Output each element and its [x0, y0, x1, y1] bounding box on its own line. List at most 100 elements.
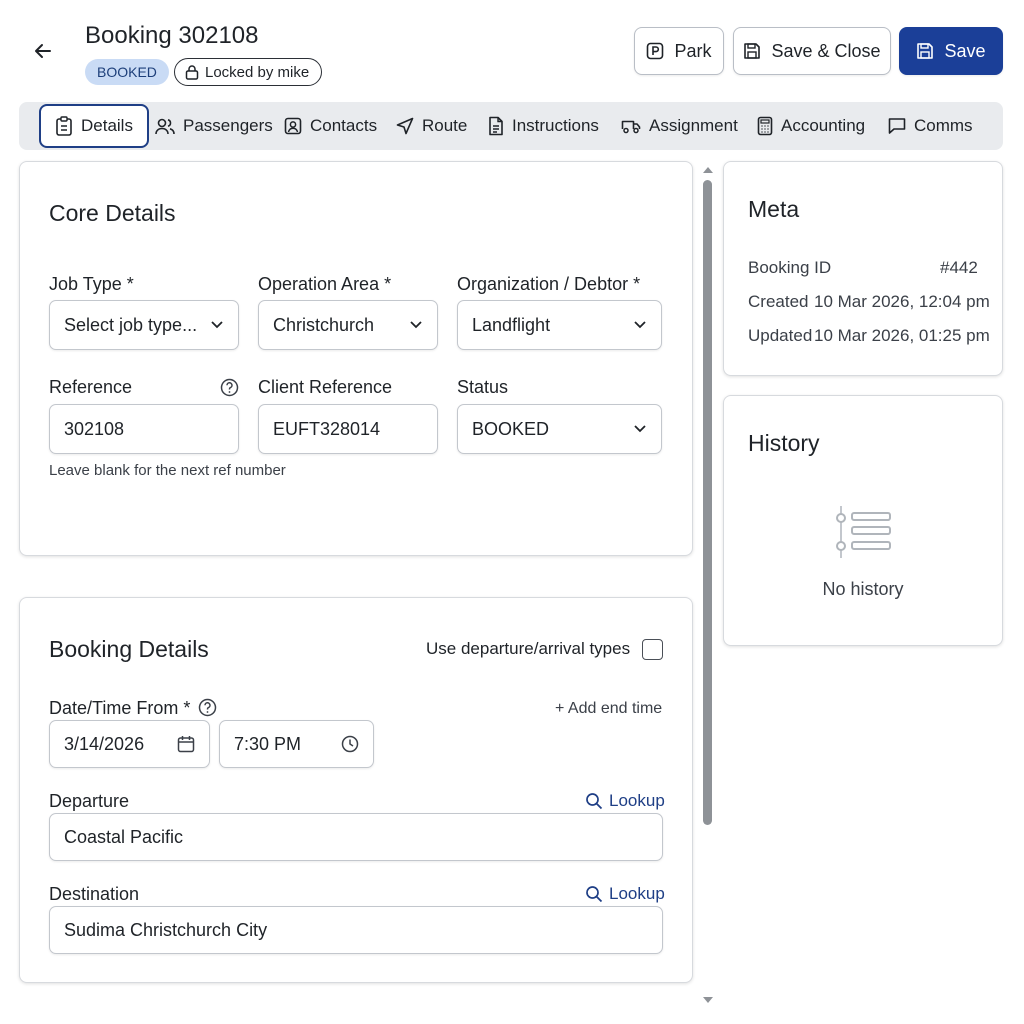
date-input[interactable]: 3/14/2026 [49, 720, 210, 768]
departure-lookup-link[interactable]: Lookup [585, 791, 665, 811]
save-close-button-label: Save & Close [771, 40, 881, 61]
chevron-down-icon [410, 321, 422, 329]
calendar-icon [177, 736, 195, 753]
timeline-icon [834, 504, 892, 565]
tab-label: Contacts [310, 116, 378, 135]
client-reference-input[interactable]: EUFT328014 [258, 404, 438, 454]
dep-arr-types-checkbox[interactable] [642, 639, 663, 660]
tab-contacts[interactable]: Contacts [284, 104, 377, 148]
tab-comms[interactable]: Comms [888, 104, 973, 148]
back-button[interactable] [28, 36, 58, 66]
booking-id-value: #442 [940, 258, 978, 277]
arrow-left-icon [35, 44, 51, 58]
page-title: Booking 302108 [85, 22, 259, 49]
scrollbar-thumb[interactable] [703, 180, 712, 825]
lock-badge: Locked by mike [174, 58, 323, 86]
tab-instructions[interactable]: Instructions [488, 104, 599, 148]
time-value: 7:30 PM [234, 733, 302, 754]
destination-label: Destination [49, 884, 140, 904]
search-icon [586, 793, 603, 810]
reference-label: Reference [49, 377, 133, 397]
organization-label: Organization / Debtor * [457, 274, 641, 294]
operation-area-select[interactable]: Christchurch [258, 300, 438, 350]
reference-input[interactable]: 302108 [49, 404, 239, 454]
search-icon [586, 886, 603, 903]
status-badge: BOOKED [85, 59, 169, 85]
users-icon [155, 118, 175, 135]
tab-label: Assignment [649, 116, 738, 135]
client-reference-value: EUFT328014 [273, 418, 381, 439]
save-button[interactable]: Save [899, 27, 1003, 75]
tab-label: Passengers [183, 116, 273, 135]
tab-accounting[interactable]: Accounting [757, 104, 865, 148]
status-value: BOOKED [472, 418, 550, 439]
job-type-label: Job Type * [49, 274, 134, 294]
tab-passengers[interactable]: Passengers [155, 104, 273, 148]
chevron-down-icon [634, 425, 646, 433]
save-icon [917, 43, 934, 59]
status-label: Status [457, 377, 509, 397]
tab-label: Comms [914, 116, 973, 135]
park-button[interactable]: Park [634, 27, 724, 75]
datetime-from-label: Date/Time From * [49, 698, 191, 718]
calculator-icon [757, 116, 773, 136]
lock-badge-label: Locked by mike [205, 63, 310, 81]
departure-input[interactable]: Coastal Pacific [49, 813, 663, 861]
reference-helper-text: Leave blank for the next ref number [49, 462, 286, 479]
reference-value: 302108 [64, 418, 125, 439]
no-history-text: No history [822, 579, 904, 599]
departure-label: Departure [49, 791, 130, 811]
contact-card-icon [284, 117, 302, 135]
updated-label: Updated [748, 326, 813, 345]
created-value: 10 Mar 2026, 12:04 pm [814, 292, 990, 311]
destination-input[interactable]: Sudima Christchurch City [49, 906, 663, 954]
job-type-select[interactable]: Select job type... [49, 300, 239, 350]
operation-area-value: Christchurch [273, 314, 375, 335]
tab-label: Instructions [512, 116, 599, 135]
operation-area-label: Operation Area * [258, 274, 392, 294]
destination-lookup-link[interactable]: Lookup [585, 884, 665, 904]
save-icon [744, 43, 761, 59]
help-icon[interactable] [220, 378, 239, 402]
created-label: Created [748, 292, 809, 311]
lookup-label: Lookup [609, 884, 665, 903]
destination-value: Sudima Christchurch City [64, 919, 268, 940]
scroll-up-arrow-icon[interactable] [702, 165, 714, 175]
departure-value: Coastal Pacific [64, 826, 184, 847]
status-select[interactable]: BOOKED [457, 404, 662, 454]
client-reference-label: Client Reference [258, 377, 393, 397]
booking-id-label: Booking ID [748, 258, 832, 277]
tab-assignment[interactable]: Assignment [621, 104, 738, 148]
clock-icon [341, 735, 359, 753]
tab-label: Accounting [781, 116, 866, 135]
add-end-time-link[interactable]: + Add end time [555, 700, 662, 718]
dep-arr-types-label: Use departure/arrival types [426, 639, 631, 658]
park-button-label: Park [674, 40, 712, 61]
help-icon[interactable] [198, 698, 217, 722]
chevron-down-icon [634, 321, 646, 329]
job-type-value: Select job type... [64, 314, 198, 335]
updated-value: 10 Mar 2026, 01:25 pm [814, 326, 990, 345]
lookup-label: Lookup [609, 791, 665, 810]
tab-route[interactable]: Route [396, 104, 467, 148]
document-icon [489, 116, 503, 136]
core-details-title: Core Details [49, 200, 176, 226]
lock-icon [185, 65, 199, 80]
history-title: History [748, 430, 820, 456]
tab-details[interactable]: Details [39, 104, 149, 148]
organization-select[interactable]: Landflight [457, 300, 662, 350]
vehicle-icon [621, 120, 641, 134]
organization-value: Landflight [472, 314, 551, 335]
save-close-button[interactable]: Save & Close [733, 27, 891, 75]
tab-label: Route [422, 116, 468, 135]
meta-title: Meta [748, 196, 800, 222]
chat-icon [888, 118, 906, 134]
date-value: 3/14/2026 [64, 733, 145, 754]
clipboard-icon [56, 116, 72, 136]
time-input[interactable]: 7:30 PM [219, 720, 374, 768]
navigation-arrow-icon [396, 117, 414, 135]
parking-icon [647, 42, 664, 60]
booking-details-title: Booking Details [49, 636, 209, 662]
chevron-down-icon [211, 321, 223, 329]
scroll-down-arrow-icon[interactable] [702, 995, 714, 1005]
